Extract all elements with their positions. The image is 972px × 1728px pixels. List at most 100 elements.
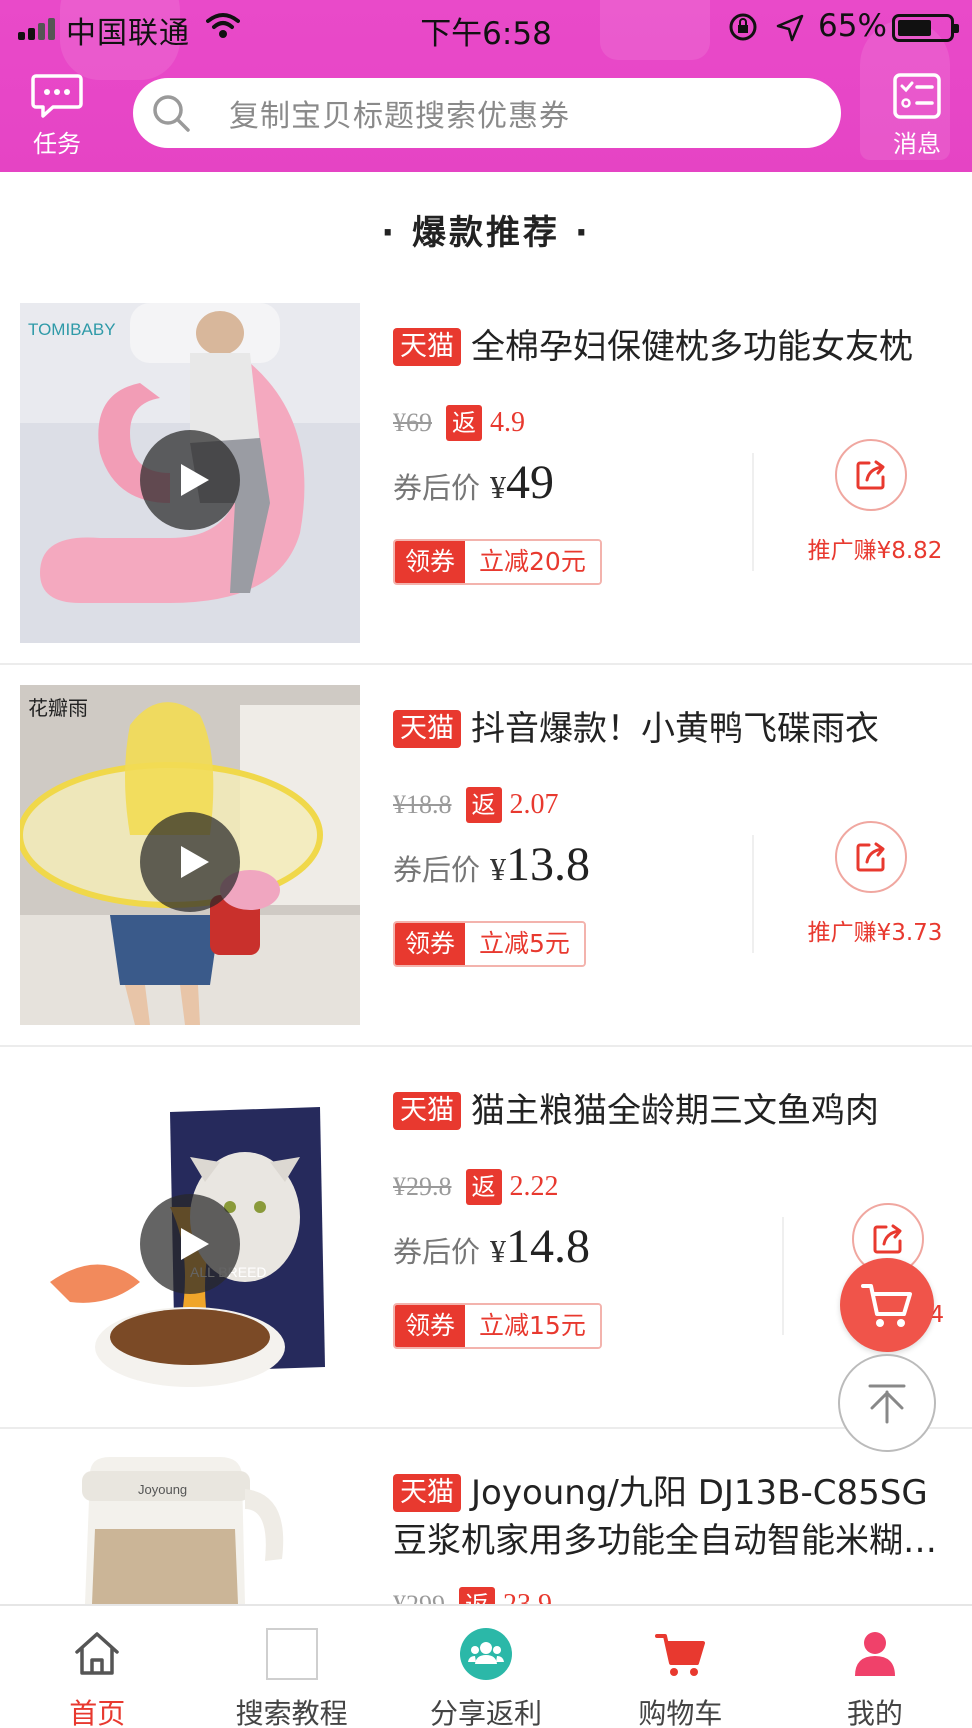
cart-icon bbox=[861, 1284, 912, 1327]
currency-symbol: ¥ bbox=[490, 851, 507, 887]
product-card[interactable]: ALL BREED 天猫猫主粮猫全龄期三文鱼鸡肉 ¥29.8 返2.22 券后价 ¥… bbox=[0, 1047, 972, 1429]
product-title-row: 天猫 Joyoung/九阳 DJ13B-C85SG豆浆机家用多功能全自动智能米糊… bbox=[393, 1469, 953, 1565]
product-title-row: 天猫 抖音爆款！小黄鸭飞碟雨衣 bbox=[393, 705, 953, 753]
price-row: ¥18.8 返 2.07 bbox=[393, 787, 559, 827]
cart-icon bbox=[654, 1628, 706, 1680]
share-users-icon bbox=[460, 1628, 513, 1680]
product-title-row: 天猫 全棉孕妇保健枕多功能女友枕 bbox=[393, 323, 953, 371]
brand-logo: 花瓣雨 bbox=[28, 697, 88, 720]
share-icon bbox=[856, 842, 885, 872]
rebate-tag: 返 bbox=[465, 787, 502, 823]
search-icon bbox=[153, 95, 190, 132]
section-title: · 爆款推荐 · bbox=[381, 213, 591, 253]
share-icon bbox=[856, 460, 885, 490]
orientation-lock-icon bbox=[729, 13, 757, 41]
original-price: ¥69 bbox=[393, 408, 432, 437]
play-video-button[interactable] bbox=[140, 1194, 240, 1294]
divider bbox=[752, 453, 754, 571]
rebate-tag: 返 bbox=[446, 405, 482, 441]
product-title-row: 天猫 猫主粮猫全龄期三文鱼鸡肉 bbox=[393, 1087, 953, 1135]
tmall-tag: 天猫 bbox=[393, 328, 461, 366]
product-title: 抖音爆款！小黄鸭飞碟雨衣 bbox=[471, 709, 879, 749]
tmall-tag: 天猫 bbox=[393, 1092, 461, 1130]
status-bar: 中国联通 下午6:58 65% bbox=[0, 0, 972, 56]
coupon-amount: 立减15元 bbox=[465, 1305, 600, 1347]
product-image[interactable]: Joyoung bbox=[20, 1449, 360, 1604]
app-header: 中国联通 下午6:58 65% 任务 复制宝贝标题搜索优惠券 消息 bbox=[0, 0, 972, 172]
product-image[interactable]: ALL BREED bbox=[20, 1067, 360, 1407]
message-label: 消息 bbox=[893, 130, 941, 158]
play-icon bbox=[181, 1228, 209, 1260]
nav-item-cart[interactable]: 购物车 bbox=[583, 1606, 777, 1728]
nav-item-share-rebate[interactable]: 分享返利 bbox=[389, 1606, 583, 1728]
coupon-label: 领券 bbox=[395, 1305, 466, 1347]
task-button[interactable]: 任务 bbox=[20, 72, 94, 162]
floating-cart-button[interactable] bbox=[840, 1258, 934, 1352]
play-video-button[interactable] bbox=[140, 812, 240, 912]
after-price-label: 券后价 bbox=[393, 853, 481, 887]
promotion-earnings[interactable]: 推广赚¥3.73 bbox=[790, 913, 960, 947]
user-icon bbox=[849, 1628, 901, 1680]
coupon-label: 领券 bbox=[395, 923, 466, 965]
play-icon bbox=[181, 464, 209, 496]
arrow-up-icon bbox=[868, 1384, 906, 1424]
coupon-button[interactable]: 领券 立减20元 bbox=[393, 539, 602, 585]
nav-item-search-tutorial[interactable]: 搜索教程 bbox=[194, 1606, 388, 1728]
after-price-value: 49 bbox=[506, 456, 555, 509]
location-arrow-icon bbox=[776, 14, 804, 42]
product-image[interactable]: 花瓣雨 bbox=[20, 685, 360, 1025]
product-card[interactable]: Joyoung 天猫 Joyoung/九阳 DJ13B-C85SG豆浆机家用多功能… bbox=[0, 1429, 972, 1623]
rebate-tag: 返 bbox=[465, 1169, 502, 1205]
checklist-icon bbox=[893, 73, 941, 119]
chat-bubble-icon bbox=[31, 74, 83, 118]
divider bbox=[752, 835, 754, 953]
nav-label: 分享返利 bbox=[430, 1697, 543, 1728]
product-title: 全棉孕妇保健枕多功能女友枕 bbox=[471, 327, 913, 367]
product-image[interactable]: TOMIBABY bbox=[20, 303, 360, 643]
after-price-label: 券后价 bbox=[393, 471, 481, 505]
rebate-value: 2.22 bbox=[509, 1171, 559, 1202]
nav-label: 购物车 bbox=[638, 1697, 723, 1728]
search-placeholder: 复制宝贝标题搜索优惠券 bbox=[229, 99, 570, 134]
coupon-button[interactable]: 领券 立减15元 bbox=[393, 1303, 602, 1349]
divider bbox=[782, 1217, 784, 1335]
after-coupon-price: 券后价 ¥13.8 bbox=[393, 837, 590, 897]
nav-item-profile[interactable]: 我的 bbox=[778, 1606, 972, 1728]
brand-logo: TOMIBABY bbox=[28, 320, 116, 339]
nav-label: 搜索教程 bbox=[235, 1697, 348, 1728]
coupon-label: 领券 bbox=[395, 541, 466, 583]
coupon-amount: 立减5元 bbox=[465, 923, 584, 965]
home-icon bbox=[71, 1628, 123, 1680]
bottom-navigation: 首页 搜索教程 分享返利 购物车 我的 bbox=[0, 1604, 972, 1728]
coupon-button[interactable]: 领券 立减5元 bbox=[393, 921, 586, 967]
nav-item-home[interactable]: 首页 bbox=[0, 1606, 194, 1728]
after-coupon-price: 券后价 ¥49 bbox=[393, 455, 554, 515]
original-price: ¥29.8 bbox=[393, 1172, 452, 1201]
original-price: ¥18.8 bbox=[393, 790, 452, 819]
share-button[interactable] bbox=[835, 439, 907, 511]
nav-label: 首页 bbox=[69, 1697, 126, 1728]
tmall-tag: 天猫 bbox=[393, 710, 461, 748]
after-price-label: 券后价 bbox=[393, 1235, 481, 1269]
product-card[interactable]: TOMIBABY 天猫 全棉孕妇保健枕多功能女友枕 ¥69 返 4.9 券后价 ¥49 … bbox=[0, 283, 972, 665]
coupon-amount: 立减20元 bbox=[465, 541, 600, 583]
task-label: 任务 bbox=[33, 130, 81, 158]
battery-percentage: 65% bbox=[818, 8, 887, 44]
promotion-earnings[interactable]: 推广赚¥8.82 bbox=[790, 531, 960, 565]
search-input[interactable]: 复制宝贝标题搜索优惠券 bbox=[133, 78, 841, 148]
tmall-tag: 天猫 bbox=[393, 1474, 461, 1512]
after-price-value: 13.8 bbox=[506, 838, 591, 891]
back-to-top-button[interactable] bbox=[838, 1354, 936, 1452]
currency-symbol: ¥ bbox=[490, 1233, 507, 1269]
share-icon bbox=[873, 1224, 902, 1254]
product-title: 猫主粮猫全龄期三文鱼鸡肉 bbox=[471, 1091, 879, 1131]
brand-logo: Joyoung bbox=[138, 1482, 187, 1497]
message-button[interactable]: 消息 bbox=[880, 72, 954, 162]
product-card[interactable]: 花瓣雨 天猫 抖音爆款！小黄鸭飞碟雨衣 ¥18.8 返 2.07 券后价 ¥13.8 领… bbox=[0, 665, 972, 1047]
currency-symbol: ¥ bbox=[490, 469, 507, 505]
play-video-button[interactable] bbox=[140, 430, 240, 530]
nav-label: 我的 bbox=[846, 1697, 903, 1728]
after-coupon-price: 券后价 ¥14.8 bbox=[393, 1219, 590, 1279]
play-icon bbox=[181, 846, 209, 878]
share-button[interactable] bbox=[835, 821, 907, 893]
